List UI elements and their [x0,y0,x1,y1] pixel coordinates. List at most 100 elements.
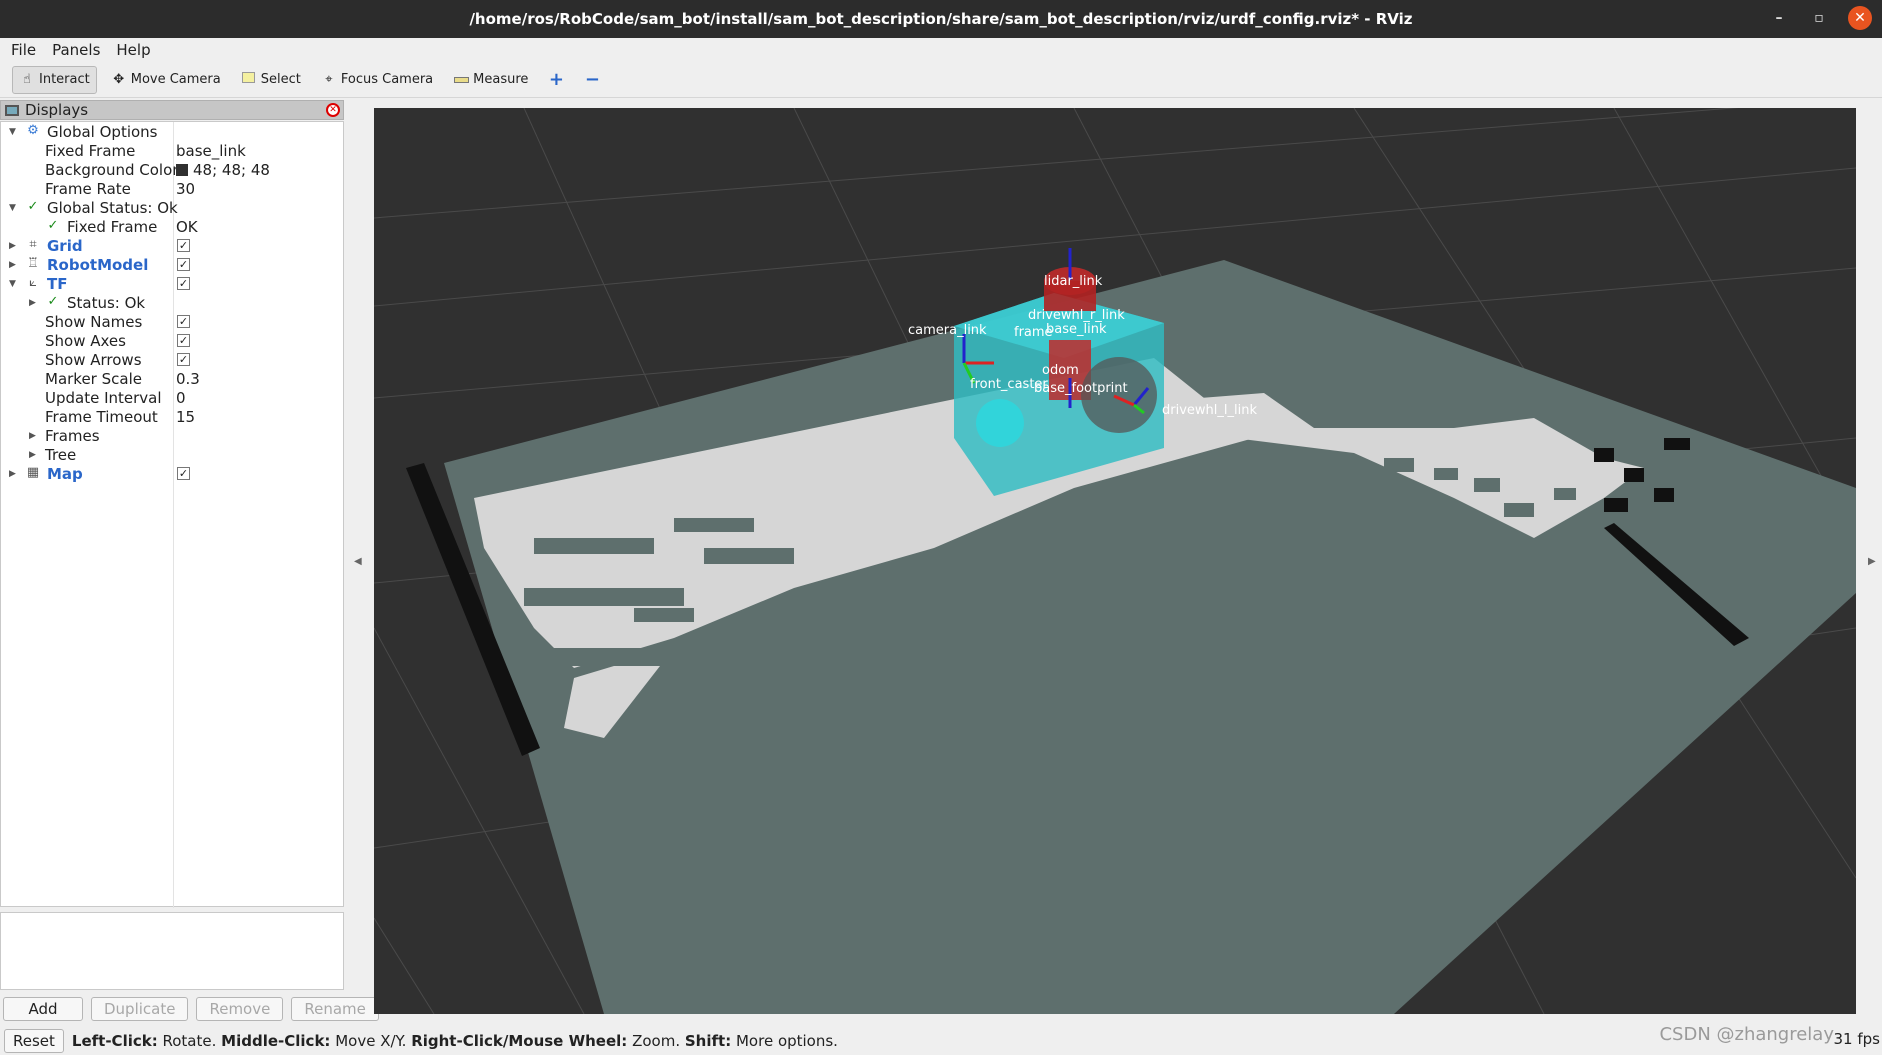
move-camera-tool-button[interactable]: ✥ Move Camera [105,66,227,94]
update-interval-value[interactable]: 0 [176,389,186,408]
marker-scale-value[interactable]: 0.3 [176,370,200,389]
map-checkbox[interactable]: ✓ [177,467,190,480]
close-button[interactable]: ✕ [1848,6,1872,30]
frame-rate-value[interactable]: 30 [176,180,195,199]
watermark: CSDN @zhangrelay [1659,1024,1834,1045]
show-axes-checkbox[interactable]: ✓ [177,334,190,347]
expand-arrow-icon[interactable]: ▼ [9,275,19,294]
tree-row-grid[interactable]: ▶ ⌗ Grid ✓ [1,237,343,256]
hint-key: Shift: [684,1032,732,1050]
remove-tool-button[interactable]: − [578,66,606,94]
displays-panel-header: Displays ✕ [0,100,344,120]
map-label: Map [47,465,83,483]
background-color-value: 48; 48; 48 [193,161,270,179]
hint-value: Move X/Y. [335,1032,407,1050]
frame-rate-label: Frame Rate [45,180,131,198]
remove-display-button[interactable]: Remove [196,997,284,1021]
tf-checkbox[interactable]: ✓ [177,277,190,290]
menu-help[interactable]: Help [116,41,150,59]
tree-label: Tree [45,446,77,464]
show-names-label: Show Names [45,313,143,331]
expand-arrow-icon[interactable]: ▼ [9,199,19,218]
gear-icon: ⚙ [27,123,39,138]
interact-label: Interact [39,72,90,87]
tree-row-tf[interactable]: ▼ ⟀ TF ✓ [1,275,343,294]
close-panel-icon[interactable]: ✕ [326,103,340,117]
hint-key: Right-Click/Mouse Wheel: [411,1032,628,1050]
frame-timeout-value[interactable]: 15 [176,408,195,427]
move-camera-label: Move Camera [130,72,221,87]
rename-display-button[interactable]: Rename [291,997,379,1021]
tree-row-status-fixed-frame[interactable]: ✓ Fixed Frame OK [1,218,343,237]
tf-label: TF [47,275,68,293]
interact-tool-button[interactable]: ☝ Interact [12,65,97,94]
collapse-arrow-icon[interactable]: ▶ [9,256,19,275]
hint-value: More options. [735,1032,838,1050]
collapse-arrow-icon[interactable]: ▶ [9,465,19,484]
window-controls: – ▫ ✕ [1768,6,1872,30]
fixed-frame-label: Fixed Frame [45,142,136,160]
tree-row-show-axes[interactable]: Show Axes ✓ [1,332,343,351]
fixed-frame-value[interactable]: base_link [176,142,246,161]
collapse-arrow-icon[interactable]: ▶ [29,446,39,465]
fps-counter: 31 fps [1833,1030,1880,1048]
render-viewport[interactable]: lidar_link drivewhl_r_link base_link cam… [374,108,1856,1014]
frame-label: camera_link [908,323,987,338]
tree-row-update-interval[interactable]: Update Interval 0 [1,389,343,408]
tree-row-global-options[interactable]: ▼ ⚙ Global Options [1,123,343,142]
tree-row-tf-status[interactable]: ▶ ✓ Status: Ok [1,294,343,313]
hint-value: Rotate. [162,1032,217,1050]
background-color-label: Background Color [45,161,179,179]
collapse-arrow-icon[interactable]: ▶ [29,427,39,446]
tree-row-background-color[interactable]: Background Color 48; 48; 48 [1,161,343,180]
tree-row-robotmodel[interactable]: ▶ ♖ RobotModel ✓ [1,256,343,275]
minus-icon: − [584,68,600,90]
show-arrows-checkbox[interactable]: ✓ [177,353,190,366]
show-names-checkbox[interactable]: ✓ [177,315,190,328]
robotmodel-checkbox[interactable]: ✓ [177,258,190,271]
frames-label: Frames [45,427,100,445]
right-dock-toggle-icon[interactable]: ▶ [1868,556,1876,567]
duplicate-display-button[interactable]: Duplicate [91,997,189,1021]
tree-row-show-names[interactable]: Show Names ✓ [1,313,343,332]
tree-row-show-arrows[interactable]: Show Arrows ✓ [1,351,343,370]
menu-panels[interactable]: Panels [52,41,100,59]
select-tool-button[interactable]: Select [235,66,307,94]
menu-file[interactable]: File [11,41,36,59]
displays-title: Displays [25,101,89,119]
hint-key: Left-Click: [71,1032,158,1050]
focus-camera-tool-button[interactable]: ⌖ Focus Camera [315,66,439,94]
select-box-icon [241,71,257,88]
add-tool-button[interactable]: + [542,66,570,94]
grid-checkbox[interactable]: ✓ [177,239,190,252]
tree-row-tree[interactable]: ▶ Tree [1,446,343,465]
tree-row-frame-timeout[interactable]: Frame Timeout 15 [1,408,343,427]
tree-row-marker-scale[interactable]: Marker Scale 0.3 [1,370,343,389]
property-description-box [0,912,344,990]
collapse-arrow-icon[interactable]: ▶ [29,294,39,313]
collapse-arrow-icon[interactable]: ▶ [9,237,19,256]
tree-row-frame-rate[interactable]: Frame Rate 30 [1,180,343,199]
expand-arrow-icon[interactable]: ▼ [9,123,19,142]
update-interval-label: Update Interval [45,389,162,407]
left-dock-toggle-icon[interactable]: ◀ [354,556,362,567]
global-status-label: Global Status: Ok [47,199,178,217]
move-camera-icon: ✥ [113,71,125,87]
select-label: Select [260,72,301,87]
tree-row-global-status[interactable]: ▼ ✓ Global Status: Ok [1,199,343,218]
status-fixed-frame-label: Fixed Frame [67,218,158,236]
frame-label: base_footprint [1034,381,1128,396]
hand-pointer-icon: ☝ [23,71,31,87]
background-color-value-cell[interactable]: 48; 48; 48 [176,161,270,180]
tree-row-frames[interactable]: ▶ Frames [1,427,343,446]
maximize-button[interactable]: ▫ [1808,10,1830,26]
scene-svg: lidar_link drivewhl_r_link base_link cam… [374,108,1856,1014]
add-display-button[interactable]: Add [3,997,83,1021]
measure-tool-button[interactable]: Measure [447,66,534,94]
tree-row-fixed-frame[interactable]: Fixed Frame base_link [1,142,343,161]
checkmark-icon: ✓ [47,294,59,309]
frame-label: base_link [1046,322,1107,337]
minimize-button[interactable]: – [1768,10,1790,26]
reset-button[interactable]: Reset [4,1029,64,1053]
tree-row-map[interactable]: ▶ ▦ Map ✓ [1,465,343,484]
